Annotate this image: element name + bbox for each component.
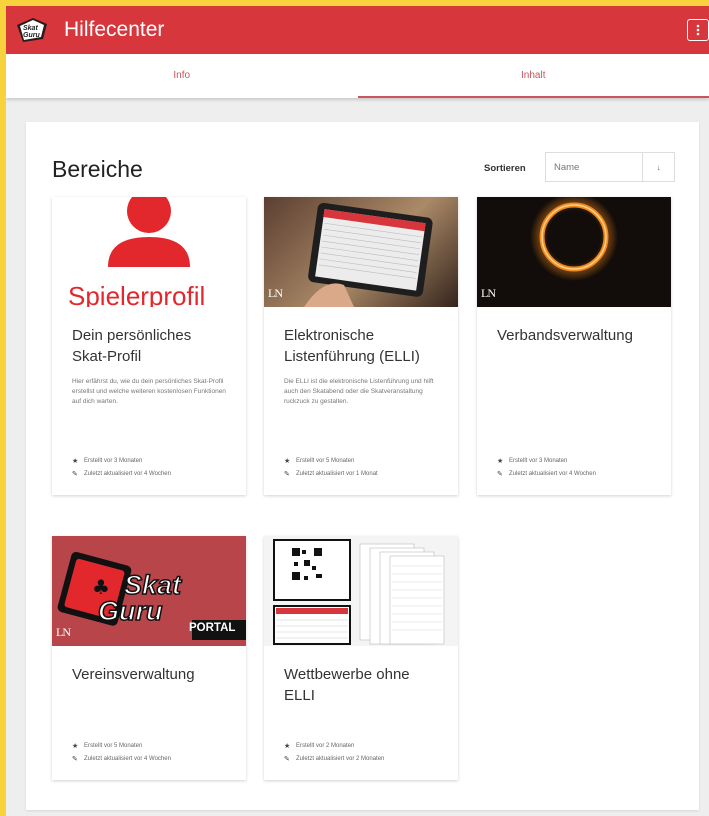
star-icon: ★	[497, 458, 504, 465]
tile-image: LN	[264, 197, 458, 307]
content-card: Bereiche Sortieren Name ↓ Spielerprofil …	[26, 122, 699, 810]
skat-guru-logo[interactable]: Skat Guru	[12, 13, 52, 47]
pencil-icon: ✎	[72, 756, 78, 763]
tile-title: Elektronische Listenführung (ELLI)	[284, 327, 420, 365]
ln-logo: LN	[268, 286, 283, 300]
tile-meta: ★ Erstellt vor 3 Monaten ✎ Zuletzt aktuali…	[72, 455, 171, 481]
tile-image: LN	[477, 197, 671, 307]
sort-direction-button[interactable]: ↓	[642, 153, 674, 181]
tile-vereinsverwaltung[interactable]: ♣ Skat Guru PORTAL LN Vereinsverwaltung …	[52, 536, 246, 780]
tile-title: Wettbewerbe ohne ELLI	[284, 666, 410, 704]
star-icon: ★	[72, 458, 79, 465]
score-sheets-image	[273, 539, 445, 645]
app-window: Skat Guru Hilfecenter Info Inhalt Bereic…	[6, 6, 709, 816]
tab-info[interactable]: Info	[6, 54, 358, 98]
sort-label: Sortieren	[484, 163, 526, 174]
tile-description: Hier erfährst du, wie du dein persönlich…	[72, 378, 226, 405]
ln-logo: LN	[481, 286, 496, 300]
star-icon: ★	[284, 743, 291, 750]
tile-elli[interactable]: LN Elektronische Listenführung (ELLI) Di…	[264, 197, 458, 495]
tile-verbandsverwaltung[interactable]: LN Verbandsverwaltung ★ Erstellt vor 3 Mo…	[477, 197, 671, 495]
star-icon: ★	[284, 458, 291, 465]
app-title: Hilfecenter	[64, 18, 165, 41]
section-title: Bereiche	[52, 156, 143, 182]
tile-skat-profil[interactable]: Spielerprofil Dein persönliches Skat-Pro…	[52, 197, 246, 495]
portal-text-portal: PORTAL	[189, 622, 236, 634]
star-icon: ★	[72, 743, 79, 750]
top-bar: Skat Guru Hilfecenter	[6, 6, 709, 54]
tile-meta: ★ Erstellt vor 3 Monaten ✎ Zuletzt aktuali…	[497, 455, 596, 481]
more-vertical-icon[interactable]	[687, 19, 709, 41]
tile-title: Dein persönliches Skat-Profil	[72, 327, 192, 365]
tile-meta: ★ Erstellt vor 2 Monaten ✎ Zuletzt aktuali…	[284, 740, 384, 766]
tile-image	[264, 536, 458, 646]
tab-inhalt[interactable]: Inhalt	[357, 54, 709, 98]
tile-meta: ★ Erstellt vor 5 Monaten ✎ Zuletzt aktuali…	[284, 455, 378, 481]
sort-value: Name	[554, 161, 580, 173]
tile-image-text: Spielerprofil	[68, 281, 206, 307]
tab-bar: Info Inhalt	[6, 54, 709, 98]
tile-image: Spielerprofil	[52, 197, 246, 307]
sort-select[interactable]: Name ↓	[545, 152, 675, 182]
tablet-photo	[264, 197, 458, 307]
tile-image: ♣ Skat Guru PORTAL LN	[52, 536, 246, 646]
tile-wettbewerbe-ohne-elli[interactable]: Wettbewerbe ohne ELLI ★ Erstellt vor 2 Mo…	[264, 536, 458, 780]
tile-description: Die ELLI ist die elektronische Listenfüh…	[284, 378, 434, 405]
tile-title: Verbandsverwaltung	[497, 327, 633, 344]
tile-title: Vereinsverwaltung	[72, 666, 195, 683]
ln-logo: LN	[56, 625, 71, 639]
svg-text:Guru: Guru	[23, 32, 40, 39]
pencil-icon: ✎	[284, 756, 290, 763]
pencil-icon: ✎	[284, 471, 290, 478]
pencil-icon: ✎	[497, 471, 503, 478]
svg-text:Skat: Skat	[23, 25, 38, 32]
arrow-down-icon: ↓	[656, 162, 661, 172]
ring-light-image	[530, 197, 618, 281]
portal-text-guru: Guru	[97, 595, 163, 627]
tile-meta: ★ Erstellt vor 5 Monaten ✎ Zuletzt aktuali…	[72, 740, 171, 766]
pencil-icon: ✎	[72, 471, 78, 478]
